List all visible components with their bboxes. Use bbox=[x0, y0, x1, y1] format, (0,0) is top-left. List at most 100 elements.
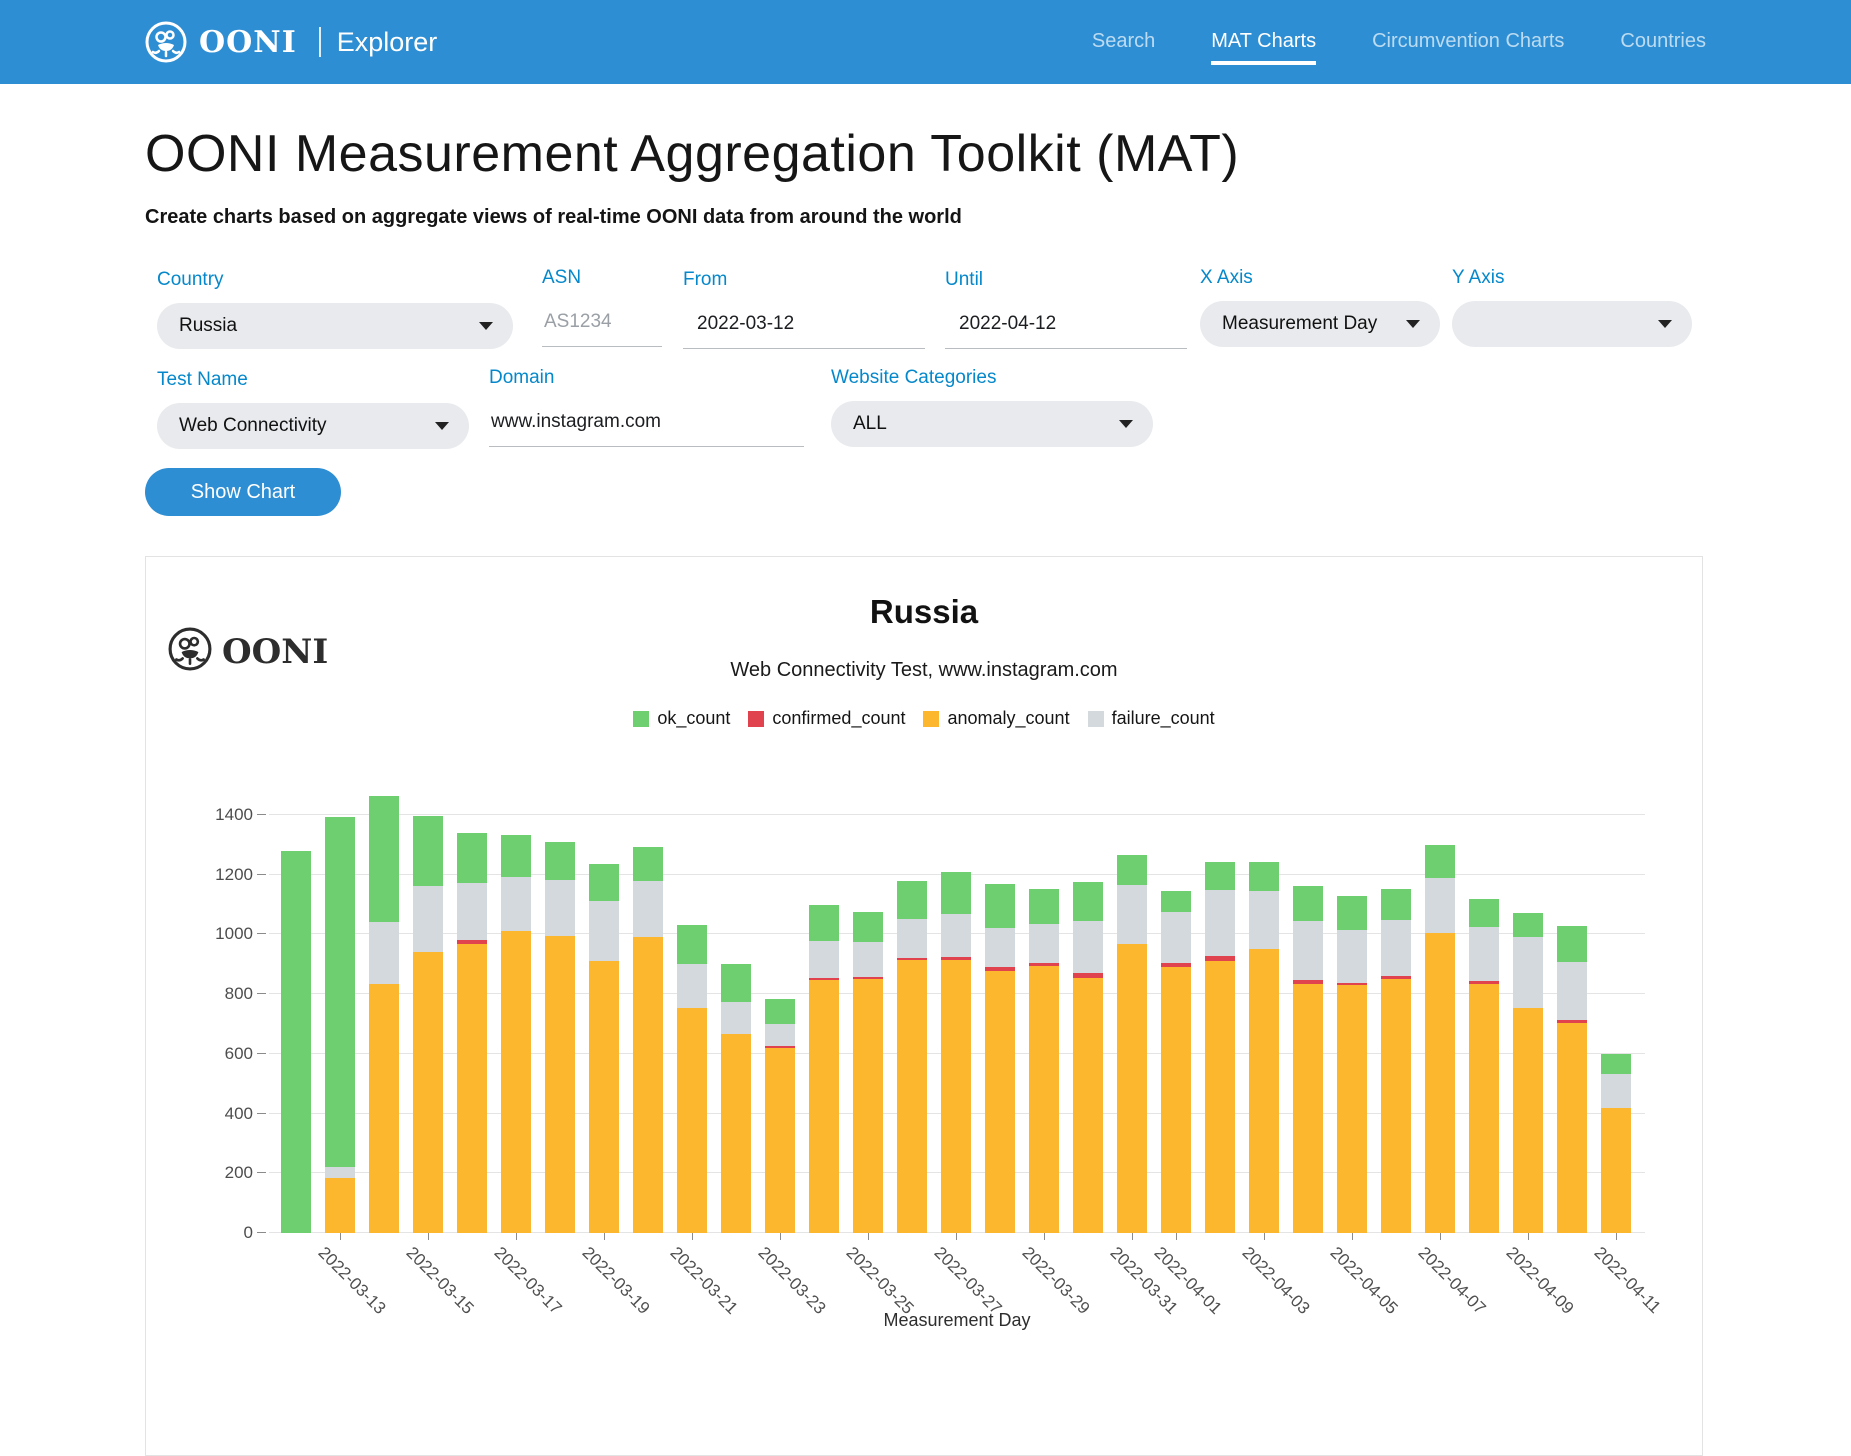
bar-2022-03-15[interactable] bbox=[413, 816, 443, 1233]
segment-ok_count bbox=[721, 964, 751, 1002]
ooni-octopus-icon bbox=[145, 21, 187, 63]
bar-2022-04-05[interactable] bbox=[1337, 896, 1367, 1233]
x-tick bbox=[1132, 1233, 1133, 1240]
segment-anomaly_count bbox=[369, 984, 399, 1233]
bar-2022-04-02[interactable] bbox=[1205, 862, 1235, 1233]
bar-2022-04-07[interactable] bbox=[1425, 845, 1455, 1233]
segment-failure_count bbox=[853, 942, 883, 977]
from-date-input[interactable] bbox=[683, 303, 925, 349]
bar-2022-03-14[interactable] bbox=[369, 796, 399, 1233]
segment-ok_count bbox=[853, 912, 883, 942]
y-tick-label: 1200 bbox=[215, 865, 253, 885]
x-tick-label: 2022-03-19 bbox=[578, 1243, 654, 1319]
segment-failure_count bbox=[941, 914, 971, 958]
bar-2022-03-27[interactable] bbox=[941, 872, 971, 1233]
bar-2022-03-23[interactable] bbox=[765, 999, 795, 1233]
segment-failure_count bbox=[809, 941, 839, 978]
bar-2022-04-01[interactable] bbox=[1161, 891, 1191, 1233]
test-name-select[interactable]: Web Connectivity bbox=[157, 403, 469, 449]
bar-2022-04-08[interactable] bbox=[1469, 899, 1499, 1233]
bar-2022-03-16[interactable] bbox=[457, 833, 487, 1233]
x-tick bbox=[1352, 1233, 1353, 1240]
nav-circumvention-charts[interactable]: Circumvention Charts bbox=[1372, 20, 1564, 65]
bar-2022-03-28[interactable] bbox=[985, 884, 1015, 1233]
bar-2022-03-18[interactable] bbox=[545, 842, 575, 1233]
chevron-down-icon bbox=[435, 422, 449, 430]
nav-search[interactable]: Search bbox=[1092, 20, 1155, 65]
bar-2022-04-03[interactable] bbox=[1249, 862, 1279, 1233]
asn-input[interactable] bbox=[542, 301, 662, 347]
x-axis-title: Measurement Day bbox=[269, 1310, 1645, 1331]
from-field: From bbox=[683, 269, 925, 349]
test-name-field: Test Name Web Connectivity bbox=[157, 369, 469, 449]
bar-2022-03-31[interactable] bbox=[1117, 855, 1147, 1233]
nav-mat-charts[interactable]: MAT Charts bbox=[1211, 20, 1316, 65]
segment-anomaly_count bbox=[1557, 1023, 1587, 1233]
bar-2022-03-12[interactable] bbox=[281, 851, 311, 1233]
bar-2022-03-22[interactable] bbox=[721, 964, 751, 1233]
segment-anomaly_count bbox=[413, 952, 443, 1233]
segment-failure_count bbox=[457, 883, 487, 940]
website-categories-value: ALL bbox=[853, 413, 887, 435]
bar-2022-04-11[interactable] bbox=[1601, 1054, 1631, 1233]
segment-anomaly_count bbox=[1029, 966, 1059, 1233]
segment-ok_count bbox=[1337, 896, 1367, 930]
bar-2022-03-25[interactable] bbox=[853, 912, 883, 1233]
domain-input[interactable] bbox=[489, 401, 804, 447]
x-axis-value: Measurement Day bbox=[1222, 313, 1377, 335]
segment-ok_count bbox=[413, 816, 443, 886]
legend-item-ok_count: ok_count bbox=[633, 708, 730, 729]
segment-anomaly_count bbox=[677, 1008, 707, 1233]
bar-2022-03-21[interactable] bbox=[677, 925, 707, 1233]
ooni-explorer-logo[interactable]: OONI Explorer bbox=[145, 21, 437, 63]
segment-anomaly_count bbox=[765, 1048, 795, 1233]
top-navbar: OONI Explorer Search MAT Charts Circumve… bbox=[0, 0, 1851, 84]
segment-ok_count bbox=[985, 884, 1015, 928]
bar-2022-03-30[interactable] bbox=[1073, 882, 1103, 1233]
show-chart-button[interactable]: Show Chart bbox=[145, 468, 341, 516]
segment-failure_count bbox=[1601, 1074, 1631, 1108]
segment-failure_count bbox=[677, 964, 707, 1008]
bar-2022-03-20[interactable] bbox=[633, 847, 663, 1233]
segment-failure_count bbox=[1513, 937, 1543, 1007]
segment-ok_count bbox=[1029, 889, 1059, 924]
x-tick bbox=[1044, 1233, 1045, 1240]
segment-failure_count bbox=[633, 881, 663, 937]
bar-2022-03-19[interactable] bbox=[589, 864, 619, 1233]
bar-2022-04-09[interactable] bbox=[1513, 913, 1543, 1233]
legend-item-failure_count: failure_count bbox=[1088, 708, 1215, 729]
y-tick bbox=[257, 814, 266, 815]
plot-area: Measurement Day 020040060080010001200140… bbox=[269, 796, 1645, 1233]
website-categories-select[interactable]: ALL bbox=[831, 401, 1153, 447]
bar-2022-03-29[interactable] bbox=[1029, 889, 1059, 1233]
bar-2022-04-04[interactable] bbox=[1293, 886, 1323, 1233]
segment-ok_count bbox=[369, 796, 399, 922]
bar-2022-03-13[interactable] bbox=[325, 817, 355, 1233]
bar-2022-04-10[interactable] bbox=[1557, 926, 1587, 1233]
nav-countries[interactable]: Countries bbox=[1620, 20, 1706, 65]
until-date-input[interactable] bbox=[945, 303, 1187, 349]
country-select[interactable]: Russia bbox=[157, 303, 513, 349]
segment-anomaly_count bbox=[1513, 1008, 1543, 1233]
y-tick-label: 600 bbox=[225, 1044, 253, 1064]
segment-ok_count bbox=[1425, 845, 1455, 878]
y-axis-select[interactable] bbox=[1452, 301, 1692, 347]
segment-anomaly_count bbox=[721, 1034, 751, 1233]
x-axis-label: X Axis bbox=[1200, 267, 1440, 289]
x-tick-label: 2022-03-27 bbox=[930, 1243, 1006, 1319]
bar-2022-03-26[interactable] bbox=[897, 881, 927, 1233]
segment-ok_count bbox=[1557, 926, 1587, 962]
y-tick-label: 0 bbox=[244, 1223, 253, 1243]
segment-ok_count bbox=[325, 817, 355, 1166]
segment-ok_count bbox=[1513, 913, 1543, 937]
x-axis-select[interactable]: Measurement Day bbox=[1200, 301, 1440, 347]
segment-anomaly_count bbox=[545, 936, 575, 1233]
segment-failure_count bbox=[413, 886, 443, 953]
chart-legend: ok_countconfirmed_countanomaly_countfail… bbox=[146, 708, 1702, 729]
legend-swatch bbox=[748, 711, 764, 727]
bar-2022-03-17[interactable] bbox=[501, 835, 531, 1233]
bar-2022-04-06[interactable] bbox=[1381, 889, 1411, 1233]
segment-anomaly_count bbox=[633, 937, 663, 1233]
x-tick bbox=[956, 1233, 957, 1240]
bar-2022-03-24[interactable] bbox=[809, 905, 839, 1233]
